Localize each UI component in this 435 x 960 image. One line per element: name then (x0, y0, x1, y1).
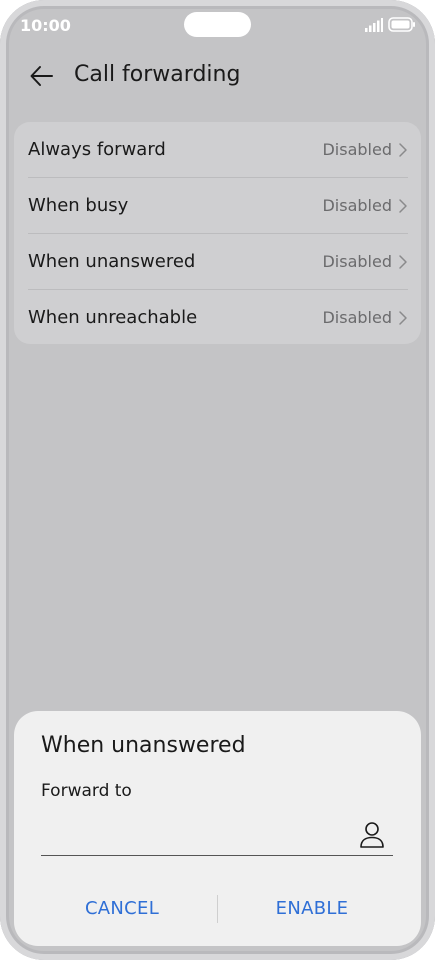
option-status: Disabled (322, 140, 392, 159)
option-always-forward[interactable]: Always forward Disabled (28, 122, 408, 178)
cancel-button[interactable]: CANCEL (22, 893, 222, 923)
page-title: Call forwarding (74, 62, 241, 87)
chevron-right-icon (399, 142, 407, 157)
signal-icon (365, 18, 383, 32)
option-when-unreachable[interactable]: When unreachable Disabled (28, 290, 408, 345)
option-label: When unreachable (28, 307, 198, 328)
chevron-right-icon (399, 310, 407, 325)
camera-pill (184, 12, 251, 37)
app-header: Call forwarding (0, 50, 435, 102)
option-label: When busy (28, 195, 129, 216)
person-icon[interactable] (359, 821, 385, 849)
forwarding-options-list: Always forward Disabled When busy Disabl… (14, 122, 421, 344)
option-when-busy[interactable]: When busy Disabled (28, 178, 408, 234)
enable-button[interactable]: ENABLE (212, 893, 412, 923)
dialog-title: When unanswered (41, 733, 246, 758)
option-status: Disabled (322, 252, 392, 271)
phone-screen: 10:00 Call forwarding Always forward Dis… (0, 0, 435, 960)
forward-dialog: When unanswered Forward to CANCEL ENABLE (14, 711, 421, 946)
arrow-left-icon[interactable] (28, 62, 56, 90)
option-status: Disabled (322, 196, 392, 215)
option-when-unanswered[interactable]: When unanswered Disabled (28, 234, 408, 290)
option-status: Disabled (322, 308, 392, 327)
chevron-right-icon (399, 254, 407, 269)
forward-number-input[interactable] (41, 815, 359, 847)
chevron-right-icon (399, 198, 407, 213)
option-label: Always forward (28, 139, 166, 160)
status-time: 10:00 (20, 16, 71, 35)
input-underline (41, 855, 393, 856)
option-label: When unanswered (28, 251, 196, 272)
status-bar: 10:00 (0, 0, 435, 50)
forward-to-label: Forward to (41, 781, 132, 801)
battery-icon (388, 17, 415, 32)
